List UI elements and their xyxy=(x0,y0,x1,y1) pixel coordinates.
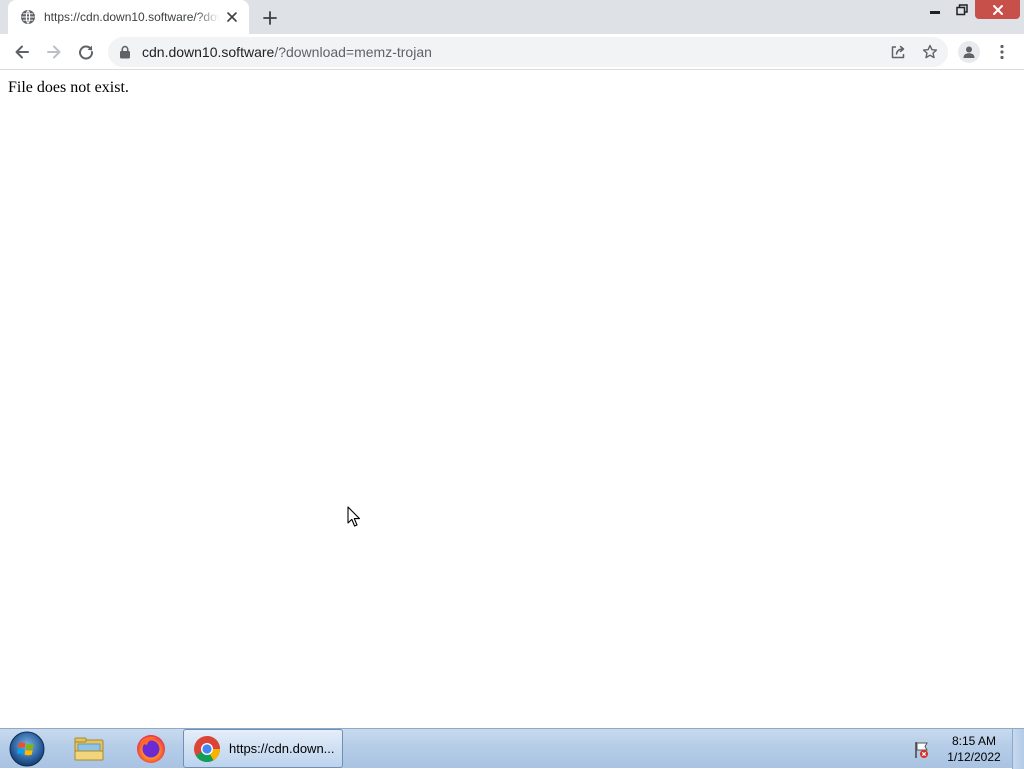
profile-button[interactable] xyxy=(958,41,980,63)
plus-icon xyxy=(263,11,277,25)
tab-title: https://cdn.down10.software/?download=me… xyxy=(44,10,220,24)
start-button[interactable] xyxy=(7,730,47,768)
file-explorer-taskbar-button[interactable] xyxy=(67,731,111,767)
browser-tab[interactable]: https://cdn.down10.software/?download=me… xyxy=(8,0,249,34)
chrome-icon xyxy=(194,736,220,763)
reload-button[interactable] xyxy=(74,40,98,64)
url-host: cdn.down10.software xyxy=(142,44,275,60)
page-content: File does not exist. xyxy=(0,71,1024,728)
url-path: /?download=memz-trojan xyxy=(274,44,432,60)
chrome-taskbar-task[interactable]: https://cdn.down... xyxy=(183,729,343,768)
close-window-button[interactable] xyxy=(975,0,1020,19)
task-label: https://cdn.down... xyxy=(229,741,335,756)
new-tab-button[interactable] xyxy=(259,7,281,29)
globe-icon xyxy=(21,10,35,24)
restore-icon xyxy=(956,4,968,16)
file-explorer-icon xyxy=(74,737,104,761)
clock-time: 8:15 AM xyxy=(951,734,997,748)
forward-arrow-icon xyxy=(47,45,61,59)
minimize-icon xyxy=(930,11,940,14)
close-icon xyxy=(992,4,1003,15)
reload-icon xyxy=(79,45,94,60)
bookmark-button[interactable] xyxy=(922,44,938,60)
clock-date: 1/12/2022 xyxy=(947,750,1001,764)
system-clock[interactable]: 8:15 AM 1/12/2022 xyxy=(940,733,1008,765)
back-arrow-icon xyxy=(15,45,29,59)
minimize-button[interactable] xyxy=(921,0,949,20)
share-icon xyxy=(891,45,905,59)
tab-close-icon[interactable] xyxy=(224,9,240,25)
star-icon xyxy=(922,44,938,59)
url-text[interactable]: cdn.down10.software/?download=memz-troja… xyxy=(142,44,432,60)
tab-strip: https://cdn.down10.software/?download=me… xyxy=(0,0,1024,34)
address-bar[interactable]: cdn.down10.software/?download=memz-troja… xyxy=(108,37,948,67)
show-desktop-button[interactable] xyxy=(1012,729,1024,769)
profile-icon xyxy=(963,46,975,58)
kebab-menu-icon xyxy=(1000,44,1004,60)
windows-start-icon xyxy=(9,731,45,767)
back-button[interactable] xyxy=(10,40,34,64)
browser-toolbar: cdn.down10.software/?download=memz-troja… xyxy=(0,34,1024,70)
windows-taskbar: https://cdn.down... 8:15 AM 1/12/2022 xyxy=(0,728,1024,769)
restore-button[interactable] xyxy=(949,0,975,20)
lock-icon[interactable] xyxy=(119,45,131,59)
forward-button[interactable] xyxy=(42,40,66,64)
action-center-flag-icon[interactable] xyxy=(912,740,932,760)
mouse-cursor-icon xyxy=(347,506,361,527)
firefox-taskbar-button[interactable] xyxy=(129,731,173,767)
browser-menu-button[interactable] xyxy=(992,42,1012,62)
share-button[interactable] xyxy=(890,44,906,60)
error-message: File does not exist. xyxy=(8,79,129,96)
firefox-icon xyxy=(137,735,165,763)
